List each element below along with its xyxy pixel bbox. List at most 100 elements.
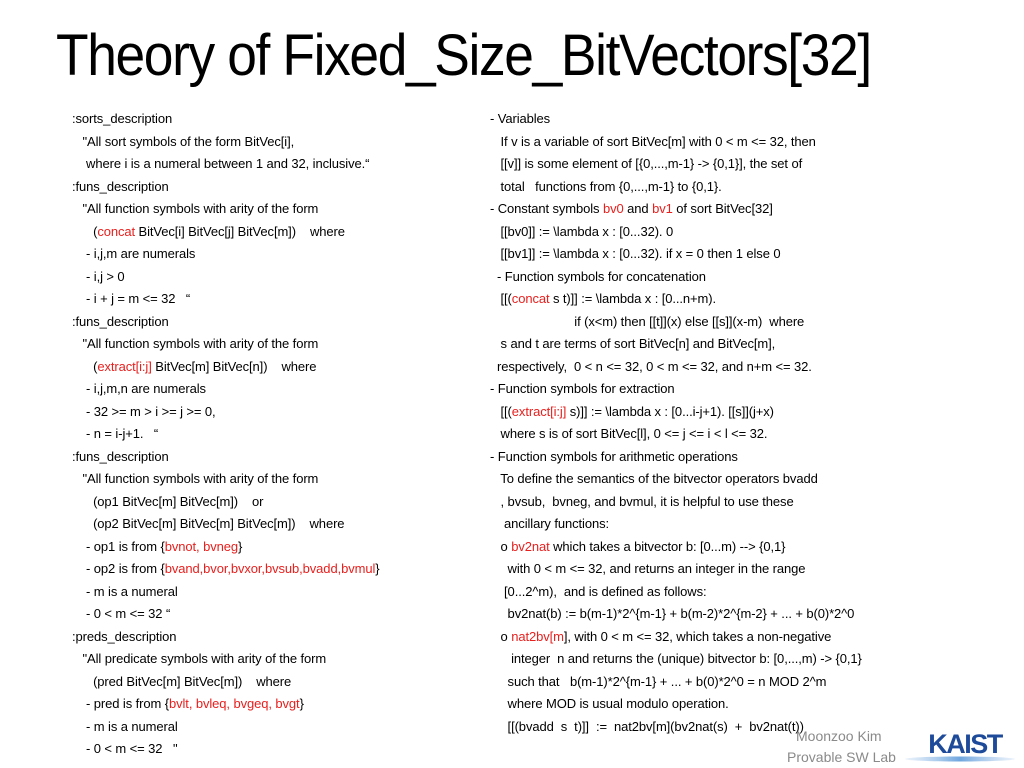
text-line: If v is a variable of sort BitVec[m] wit… <box>490 131 862 154</box>
text-line: "All function symbols with arity of the … <box>72 198 380 221</box>
left-column-smtlib-description: :sorts_description "All sort symbols of … <box>72 108 380 761</box>
highlighted-symbol: bvnot, bvneg <box>164 538 238 554</box>
text-segment: - 32 >= m > i >= j >= 0, <box>72 403 216 419</box>
text-line: - i,j,m are numerals <box>72 243 380 266</box>
text-line: - Function symbols for arithmetic operat… <box>490 446 862 469</box>
text-segment: - n = i-j+1. “ <box>72 426 159 441</box>
text-segment: - Constant symbols <box>490 201 603 216</box>
text-segment: - Variables <box>490 111 551 126</box>
text-segment: If v is a variable of sort BitVec[m] wit… <box>490 133 816 149</box>
text-segment: - m is a numeral <box>72 583 178 599</box>
text-line: , bvsub, bvneg, and bvmul, it is helpful… <box>490 491 862 514</box>
highlighted-symbol: bv2nat <box>511 538 550 554</box>
text-line: (pred BitVec[m] BitVec[m]) where <box>72 671 380 694</box>
text-line: To define the semantics of the bitvector… <box>490 468 862 491</box>
text-segment: of sort BitVec[32] <box>672 201 773 216</box>
text-line: if (x<m) then [[t]](x) else [[s]](x-m) w… <box>490 311 862 334</box>
text-segment: [[(bvadd s t)]] := nat2bv[m](bv2nat(s) +… <box>490 718 804 734</box>
text-line: integer n and returns the (unique) bitve… <box>490 648 862 671</box>
text-line: - m is a numeral <box>72 716 380 739</box>
text-segment: if (x<m) then [[t]](x) else [[s]](x-m) w… <box>490 313 805 329</box>
text-line: where i is a numeral between 1 and 32, i… <box>72 153 380 176</box>
highlighted-symbol: extract[i:j] <box>97 358 152 374</box>
text-line: - 32 >= m > i >= j >= 0, <box>72 401 380 424</box>
text-line: - i,j,m,n are numerals <box>72 378 380 401</box>
text-line: - Variables <box>490 108 862 131</box>
text-segment: where MOD is usual modulo operation. <box>490 696 729 711</box>
text-segment: bv2nat(b) := b(m-1)*2^{m-1} + b(m-2)*2^{… <box>490 606 855 621</box>
text-segment: - 0 < m <= 32 " <box>72 741 178 756</box>
text-segment: :preds_description <box>72 628 177 644</box>
text-line: [[bv1]] := \lambda x : [0...32). if x = … <box>490 243 862 266</box>
highlighted-symbol: bv0 <box>602 201 624 216</box>
highlighted-symbol: concat <box>511 291 550 306</box>
text-segment: :funs_description <box>72 178 169 194</box>
text-line: - Constant symbols bv0 and bv1 of sort B… <box>490 198 862 221</box>
text-segment: s)]] := \lambda x : [0...i-j+1). [[s]](j… <box>566 403 774 419</box>
text-segment: [[v]] is some element of [{0,...,m-1} ->… <box>490 156 803 171</box>
text-line: such that b(m-1)*2^{m-1} + ... + b(0)*2^… <box>490 671 862 694</box>
text-segment: :sorts_description <box>72 111 173 126</box>
text-line: - n = i-j+1. “ <box>72 423 380 446</box>
text-line: :funs_description <box>72 446 380 469</box>
text-segment: ], with 0 < m <= 32, which takes a non-n… <box>563 628 832 644</box>
text-segment: "All function symbols with arity of the … <box>72 471 319 486</box>
text-line: - Function symbols for extraction <box>490 378 862 401</box>
text-line: :funs_description <box>72 176 380 199</box>
text-segment: - op1 is from { <box>72 538 165 554</box>
text-line: - Function symbols for concatenation <box>490 266 862 289</box>
kaist-logo-swoosh <box>905 756 1015 762</box>
text-line: - 0 < m <= 32 “ <box>72 603 380 626</box>
text-segment: (op2 BitVec[m] BitVec[m] BitVec[m]) wher… <box>72 516 345 531</box>
text-segment: - i,j,m,n are numerals <box>72 381 206 396</box>
text-segment: [[( <box>490 291 512 306</box>
text-segment: - i,j > 0 <box>72 268 125 284</box>
text-segment: [[( <box>490 403 512 419</box>
text-line: o nat2bv[m], with 0 < m <= 32, which tak… <box>490 626 862 649</box>
text-line: :funs_description <box>72 311 380 334</box>
text-line: - i,j > 0 <box>72 266 380 289</box>
text-segment: s t)]] := \lambda x : [0...n+m). <box>549 291 716 306</box>
text-segment: - Function symbols for concatenation <box>490 268 706 284</box>
text-segment: ( <box>72 223 98 239</box>
text-segment: BitVec[m] BitVec[n]) where <box>151 358 317 374</box>
text-line: bv2nat(b) := b(m-1)*2^{m-1} + b(m-2)*2^{… <box>490 603 862 626</box>
text-segment: - m is a numeral <box>72 718 178 734</box>
text-segment: which takes a bitvector b: [0...m) --> {… <box>549 538 786 554</box>
text-segment: [0...2^m), and is defined as follows: <box>490 583 707 599</box>
text-segment: - i,j,m are numerals <box>72 246 196 261</box>
text-line: :preds_description <box>72 626 380 649</box>
highlighted-symbol: nat2bv[m <box>511 628 564 644</box>
footer-author: Moonzoo Kim <box>796 728 882 744</box>
text-segment: s and t are terms of sort BitVec[n] and … <box>490 336 776 351</box>
text-segment: - i + j = m <= 32 “ <box>72 291 191 306</box>
text-line: ancillary functions: <box>490 513 862 536</box>
text-line: - pred is from {bvlt, bvleq, bvgeq, bvgt… <box>72 693 380 716</box>
text-segment: and <box>623 201 653 216</box>
text-segment: :funs_description <box>72 313 169 329</box>
text-line: (op1 BitVec[m] BitVec[m]) or <box>72 491 380 514</box>
text-segment: o <box>490 628 512 644</box>
kaist-logo-icon: KAIST <box>905 729 1015 762</box>
text-line: "All sort symbols of the form BitVec[i], <box>72 131 380 154</box>
highlighted-symbol: bvand,bvor,bvxor,bvsub,bvadd,bvmul <box>164 561 376 576</box>
text-line: "All function symbols with arity of the … <box>72 468 380 491</box>
text-segment: - Function symbols for arithmetic operat… <box>490 448 738 464</box>
text-line: [[(extract[i:j] s)]] := \lambda x : [0..… <box>490 401 862 424</box>
text-line: [[(concat s t)]] := \lambda x : [0...n+m… <box>490 288 862 311</box>
text-line: where s is of sort BitVec[l], 0 <= j <= … <box>490 423 862 446</box>
text-segment: BitVec[i] BitVec[j] BitVec[m]) where <box>135 223 345 239</box>
text-line: with 0 < m <= 32, and returns an integer… <box>490 558 862 581</box>
text-line: - op1 is from {bvnot, bvneg} <box>72 536 380 559</box>
text-segment: integer n and returns the (unique) bitve… <box>490 651 862 666</box>
text-segment: "All function symbols with arity of the … <box>72 201 319 216</box>
text-line: - 0 < m <= 32 " <box>72 738 380 761</box>
text-segment: ancillary functions: <box>490 516 609 531</box>
highlighted-symbol: bv1 <box>652 201 673 216</box>
text-line: - i + j = m <= 32 “ <box>72 288 380 311</box>
text-segment: o <box>490 538 512 554</box>
text-line: (extract[i:j] BitVec[m] BitVec[n]) where <box>72 356 380 379</box>
text-line: :sorts_description <box>72 108 380 131</box>
text-segment: [[bv0]] := \lambda x : [0...32). 0 <box>490 223 674 239</box>
text-segment: "All predicate symbols with arity of the… <box>72 651 327 666</box>
